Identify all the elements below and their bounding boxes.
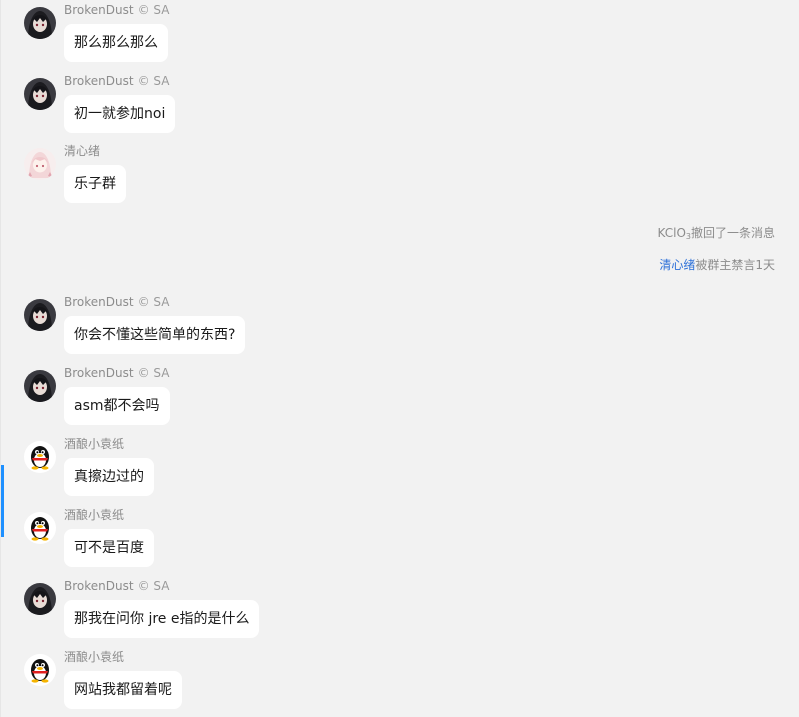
sender-label: BrokenDust	[64, 295, 134, 309]
sender-label: 酒酿小袁纸	[64, 437, 125, 451]
sender-label: 酒酿小袁纸	[64, 650, 125, 664]
sender-label: BrokenDust	[64, 74, 134, 88]
sender-badge: © SA	[137, 74, 170, 88]
sender-name: 酒酿小袁纸	[64, 650, 128, 664]
sender-label: BrokenDust	[64, 366, 134, 380]
message-bubble[interactable]: asm都不会吗	[64, 387, 170, 425]
recall-actor: KClO3	[657, 226, 691, 241]
sender-label: BrokenDust	[64, 3, 134, 17]
message-bubble[interactable]: 那么那么那么	[64, 24, 168, 62]
anime-dark-avatar[interactable]	[24, 299, 56, 331]
scroll-position-indicator	[1, 465, 4, 537]
system-notice-recall: KClO3撤回了一条消息	[658, 224, 775, 241]
sender-name: 酒酿小袁纸	[64, 437, 128, 451]
anime-pink-avatar[interactable]	[24, 148, 56, 180]
sender-badge: © SA	[137, 3, 170, 17]
muted-user-link[interactable]: 清心绪	[659, 258, 695, 272]
anime-dark-avatar[interactable]	[24, 78, 56, 110]
anime-dark-avatar[interactable]	[24, 7, 56, 39]
recall-text: 撤回了一条消息	[690, 226, 775, 240]
penguin-avatar[interactable]	[24, 512, 56, 544]
anime-dark-avatar[interactable]	[24, 583, 56, 615]
chat-message-area[interactable]: BrokenDust © SA 那么那么那么 BrokenDust © SA 初一就…	[0, 0, 799, 717]
penguin-avatar[interactable]	[24, 441, 56, 473]
sender-badge: © SA	[137, 295, 170, 309]
sender-name: BrokenDust © SA	[64, 295, 169, 309]
message-bubble[interactable]: 你会不懂这些简单的东西?	[64, 316, 246, 354]
sender-name: BrokenDust © SA	[64, 366, 169, 380]
message-bubble[interactable]: 那我在问你 jre e指的是什么	[64, 600, 260, 638]
system-notice-mute: 清心绪被群主禁言1天	[659, 256, 775, 273]
sender-name: 清心绪	[64, 144, 104, 158]
sender-name: BrokenDust © SA	[64, 579, 169, 593]
mute-text: 被群主禁言1天	[695, 258, 775, 272]
message-bubble[interactable]: 网站我都留着呢	[64, 671, 182, 709]
sender-label: 清心绪	[64, 144, 101, 158]
sender-badge: © SA	[137, 579, 170, 593]
message-bubble[interactable]: 初一就参加noi	[64, 95, 176, 133]
message-bubble[interactable]: 乐子群	[64, 165, 126, 203]
penguin-avatar[interactable]	[24, 654, 56, 686]
sender-badge: © SA	[137, 366, 170, 380]
sender-name: BrokenDust © SA	[64, 74, 169, 88]
message-bubble[interactable]: 真擦边过的	[64, 458, 154, 496]
sender-label: 酒酿小袁纸	[64, 508, 125, 522]
message-bubble[interactable]: 可不是百度	[64, 529, 154, 567]
sender-name: 酒酿小袁纸	[64, 508, 128, 522]
sender-name: BrokenDust © SA	[64, 3, 169, 17]
anime-dark-avatar[interactable]	[24, 370, 56, 402]
sender-label: BrokenDust	[64, 579, 134, 593]
